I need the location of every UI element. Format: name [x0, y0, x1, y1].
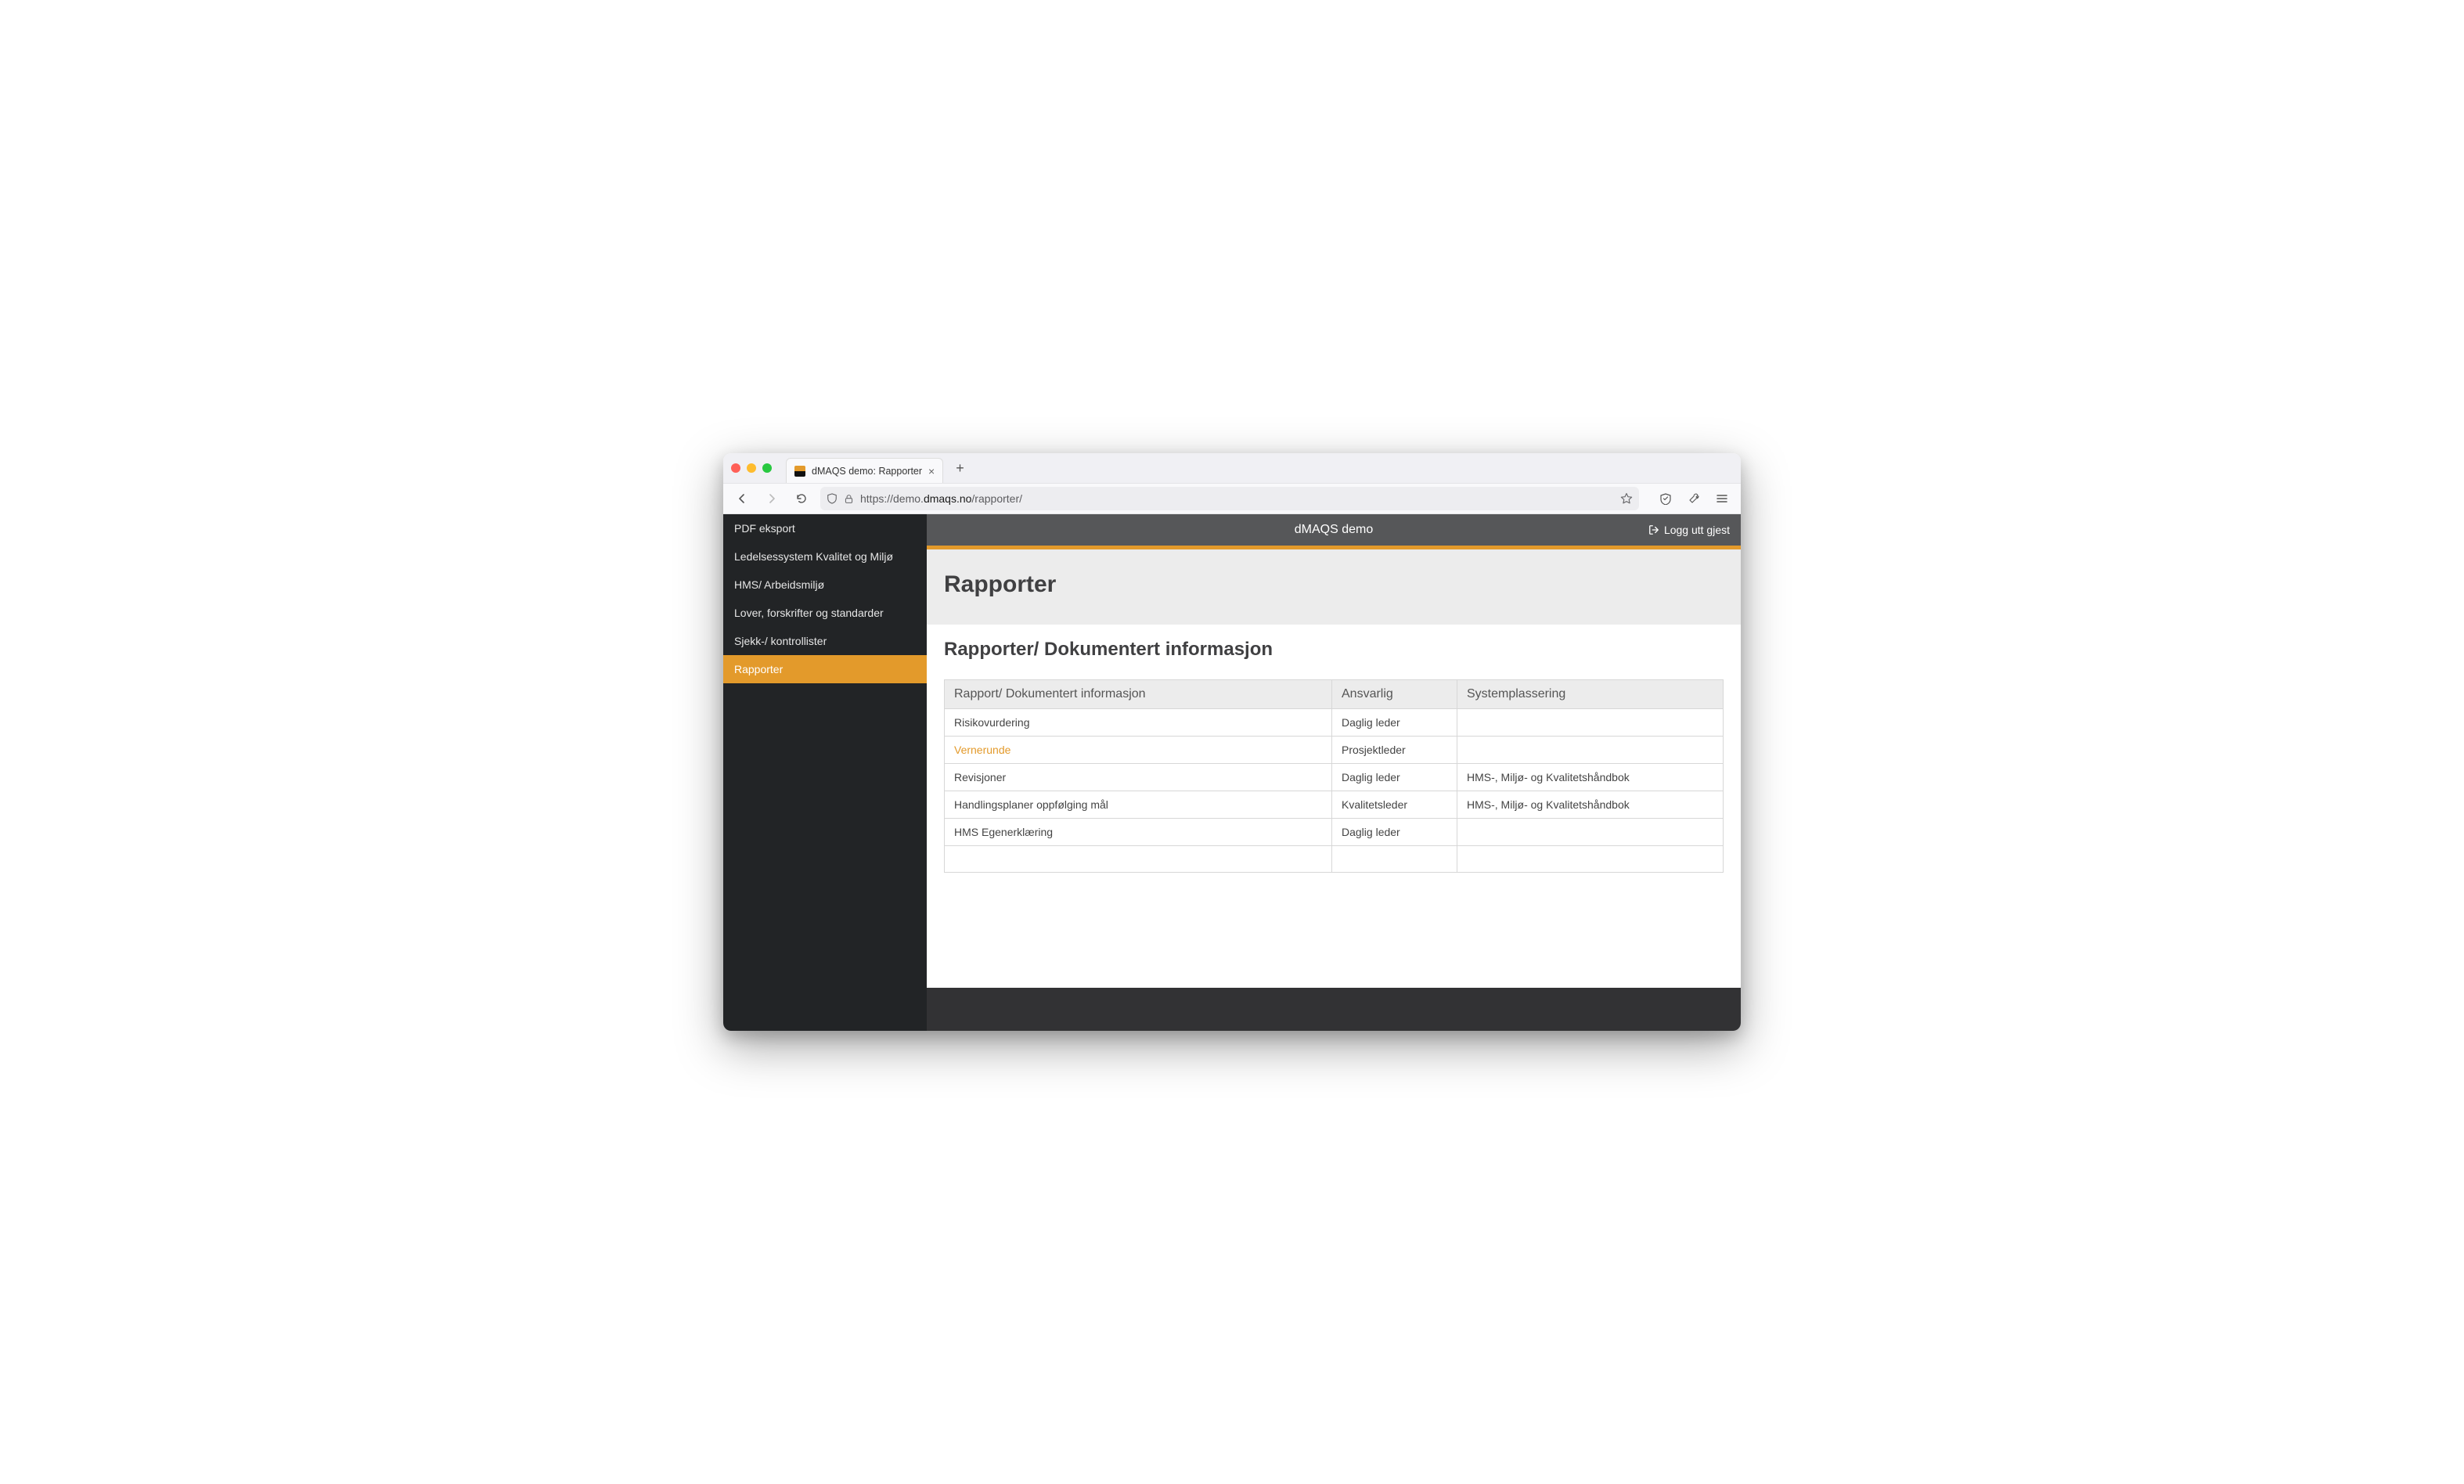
close-window-button[interactable] — [731, 463, 740, 473]
cell-responsible: Daglig leder — [1332, 709, 1457, 737]
maximize-window-button[interactable] — [762, 463, 772, 473]
sidebar-item-3[interactable]: Lover, forskrifter og standarder — [723, 599, 927, 627]
close-tab-button[interactable]: × — [928, 465, 935, 477]
main-section: Rapporter/ Dokumentert informasjon Rappo… — [927, 625, 1741, 988]
report-link[interactable]: Vernerunde — [954, 744, 1010, 756]
cell-report: Vernerunde — [945, 737, 1332, 764]
sidebar-item-5[interactable]: Rapporter — [723, 655, 927, 683]
sidebar-item-2[interactable]: HMS/ Arbeidsmiljø — [723, 571, 927, 599]
table-row: RisikovurderingDaglig leder — [945, 709, 1724, 737]
cell-responsible: Daglig leder — [1332, 819, 1457, 846]
browser-tab[interactable]: dMAQS demo: Rapporter × — [786, 458, 943, 483]
page-body: PDF eksportLedelsessystem Kvalitet og Mi… — [723, 514, 1741, 1031]
logout-label: Logg utt gjest — [1664, 524, 1730, 536]
reader-icon[interactable] — [1655, 488, 1677, 510]
cell-placement — [1457, 819, 1724, 846]
devtools-icon[interactable] — [1683, 488, 1705, 510]
logout-icon — [1648, 524, 1659, 535]
section-subtitle: Rapporter/ Dokumentert informasjon — [944, 639, 1724, 661]
reload-button[interactable] — [791, 488, 812, 510]
page-title-section: Rapporter — [927, 549, 1741, 625]
window-controls — [731, 463, 772, 473]
browser-toolbar: https://demo.dmaqs.no/rapporter/ — [723, 483, 1741, 514]
address-bar[interactable]: https://demo.dmaqs.no/rapporter/ — [820, 487, 1639, 510]
cell-report: Revisjoner — [945, 764, 1332, 791]
favicon-icon — [794, 466, 805, 477]
cell-responsible: Prosjektleder — [1332, 737, 1457, 764]
new-tab-button[interactable]: + — [951, 460, 969, 477]
app-header: dMAQS demo Logg utt gjest — [927, 514, 1741, 546]
tab-strip: dMAQS demo: Rapporter × + — [723, 453, 1741, 483]
cell-placement — [1457, 709, 1724, 737]
col-report: Rapport/ Dokumentert informasjon — [945, 680, 1332, 709]
footer — [927, 988, 1741, 1031]
sidebar-item-4[interactable]: Sjekk-/ kontrollister — [723, 627, 927, 655]
minimize-window-button[interactable] — [747, 463, 756, 473]
cell-report: HMS Egenerklæring — [945, 819, 1332, 846]
table-header-row: Rapport/ Dokumentert informasjon Ansvarl… — [945, 680, 1724, 709]
table-row: RevisjonerDaglig lederHMS-, Miljø- og Kv… — [945, 764, 1724, 791]
cell-placement — [1457, 737, 1724, 764]
back-button[interactable] — [731, 488, 753, 510]
cell-placement: HMS-, Miljø- og Kvalitetshåndbok — [1457, 791, 1724, 819]
sidebar: PDF eksportLedelsessystem Kvalitet og Mi… — [723, 514, 927, 1031]
table-row: HMS EgenerklæringDaglig leder — [945, 819, 1724, 846]
tab-title: dMAQS demo: Rapporter — [812, 466, 922, 477]
col-responsible: Ansvarlig — [1332, 680, 1457, 709]
toolbar-right — [1655, 488, 1733, 510]
logout-button[interactable]: Logg utt gjest — [1648, 514, 1730, 546]
table-row-empty — [945, 846, 1724, 873]
bookmark-star-icon[interactable] — [1620, 492, 1633, 505]
browser-window: dMAQS demo: Rapporter × + https://demo.d… — [723, 453, 1741, 1031]
app-title: dMAQS demo — [1295, 523, 1373, 537]
col-placement: Systemplassering — [1457, 680, 1724, 709]
sidebar-item-1[interactable]: Ledelsessystem Kvalitet og Miljø — [723, 542, 927, 571]
table-row: Handlingsplaner oppfølging målKvalitetsl… — [945, 791, 1724, 819]
shield-icon — [827, 493, 838, 504]
forward-button[interactable] — [761, 488, 783, 510]
menu-icon[interactable] — [1711, 488, 1733, 510]
cell-report: Risikovurdering — [945, 709, 1332, 737]
cell-placement: HMS-, Miljø- og Kvalitetshåndbok — [1457, 764, 1724, 791]
cell-responsible: Daglig leder — [1332, 764, 1457, 791]
lock-icon — [844, 494, 854, 504]
url-text: https://demo.dmaqs.no/rapporter/ — [860, 492, 1614, 505]
cell-report: Handlingsplaner oppfølging mål — [945, 791, 1332, 819]
page-title: Rapporter — [944, 571, 1724, 598]
cell-responsible: Kvalitetsleder — [1332, 791, 1457, 819]
reports-table: Rapport/ Dokumentert informasjon Ansvarl… — [944, 679, 1724, 873]
content-area: dMAQS demo Logg utt gjest Rapporter Rapp… — [927, 514, 1741, 1031]
table-row: Vernerunde Prosjektleder — [945, 737, 1724, 764]
sidebar-item-0[interactable]: PDF eksport — [723, 514, 927, 542]
